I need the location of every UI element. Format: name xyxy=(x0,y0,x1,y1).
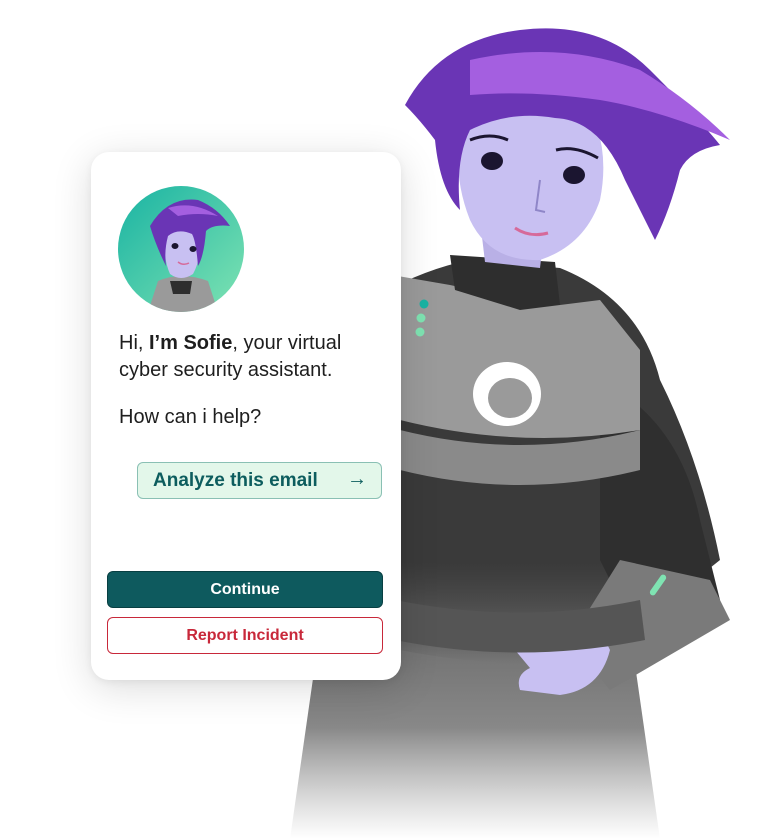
report-label: Report Incident xyxy=(186,626,304,644)
sofie-avatar-icon xyxy=(118,186,244,312)
continue-button[interactable]: Continue xyxy=(107,571,383,608)
report-incident-button[interactable]: Report Incident xyxy=(107,617,383,654)
arrow-right-icon: → xyxy=(347,468,367,490)
greeting-prefix: Hi, xyxy=(119,332,149,354)
greeting-text: Hi, I’m Sofie, your virtual cyber securi… xyxy=(119,330,389,384)
suggestion-label: Analyze this email xyxy=(153,469,318,491)
analyze-email-suggestion[interactable]: Analyze this email → xyxy=(137,462,382,499)
help-question: How can i help? xyxy=(119,406,262,428)
continue-label: Continue xyxy=(210,580,280,598)
assistant-name: I’m Sofie xyxy=(149,332,233,354)
